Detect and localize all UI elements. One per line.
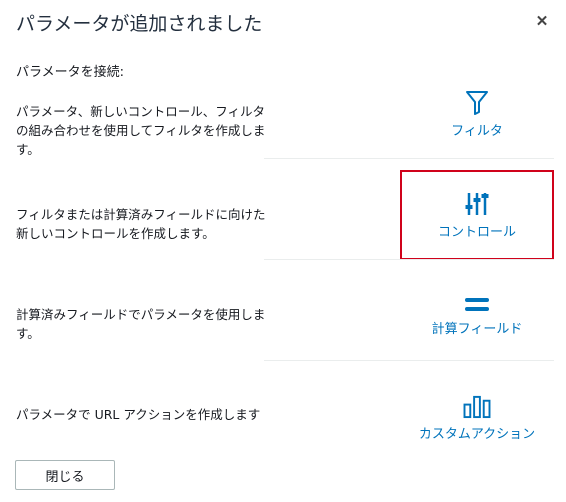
calculated-field-action-label: 計算フィールド bbox=[431, 322, 523, 337]
close-button[interactable]: 閉じる bbox=[15, 460, 115, 490]
calculated-field-action-button[interactable]: 計算フィールド bbox=[400, 296, 554, 344]
dialog-title: パラメータが追加されました bbox=[16, 13, 263, 35]
connect-parameter-label: パラメータを接続: bbox=[16, 65, 124, 80]
filter-action-button[interactable]: フィルタ bbox=[400, 90, 554, 146]
custom-action-description: パラメータで URL アクションを作成します bbox=[16, 407, 261, 422]
divider bbox=[264, 259, 554, 260]
divider bbox=[264, 360, 554, 361]
divider bbox=[264, 158, 554, 159]
filter-icon bbox=[466, 91, 488, 115]
bar-chart-icon bbox=[463, 395, 491, 419]
equals-icon bbox=[465, 298, 489, 311]
control-description: フィルタまたは計算済みフィールドに向けた新しいコントロールを作成します。 bbox=[16, 207, 266, 241]
sliders-icon bbox=[465, 192, 489, 215]
calculated-field-description: 計算済みフィールドでパラメータを使用します。 bbox=[16, 307, 266, 341]
control-action-label: コントロール bbox=[437, 224, 516, 240]
custom-action-button[interactable]: カスタムアクション bbox=[400, 394, 554, 442]
filter-description: パラメータ、新しいコントロール、フィルタの組み合わせを使用してフィルタを作成しま… bbox=[16, 104, 266, 157]
custom-action-label: カスタムアクション bbox=[418, 427, 536, 442]
control-action-button[interactable]: コントロール bbox=[400, 170, 554, 260]
filter-action-label: フィルタ bbox=[451, 124, 503, 139]
close-icon[interactable]: ✕ bbox=[532, 12, 552, 32]
parameter-added-dialog: パラメータが追加されました ✕ パラメータを接続: パラメータ、新しいコントロー… bbox=[0, 0, 566, 502]
